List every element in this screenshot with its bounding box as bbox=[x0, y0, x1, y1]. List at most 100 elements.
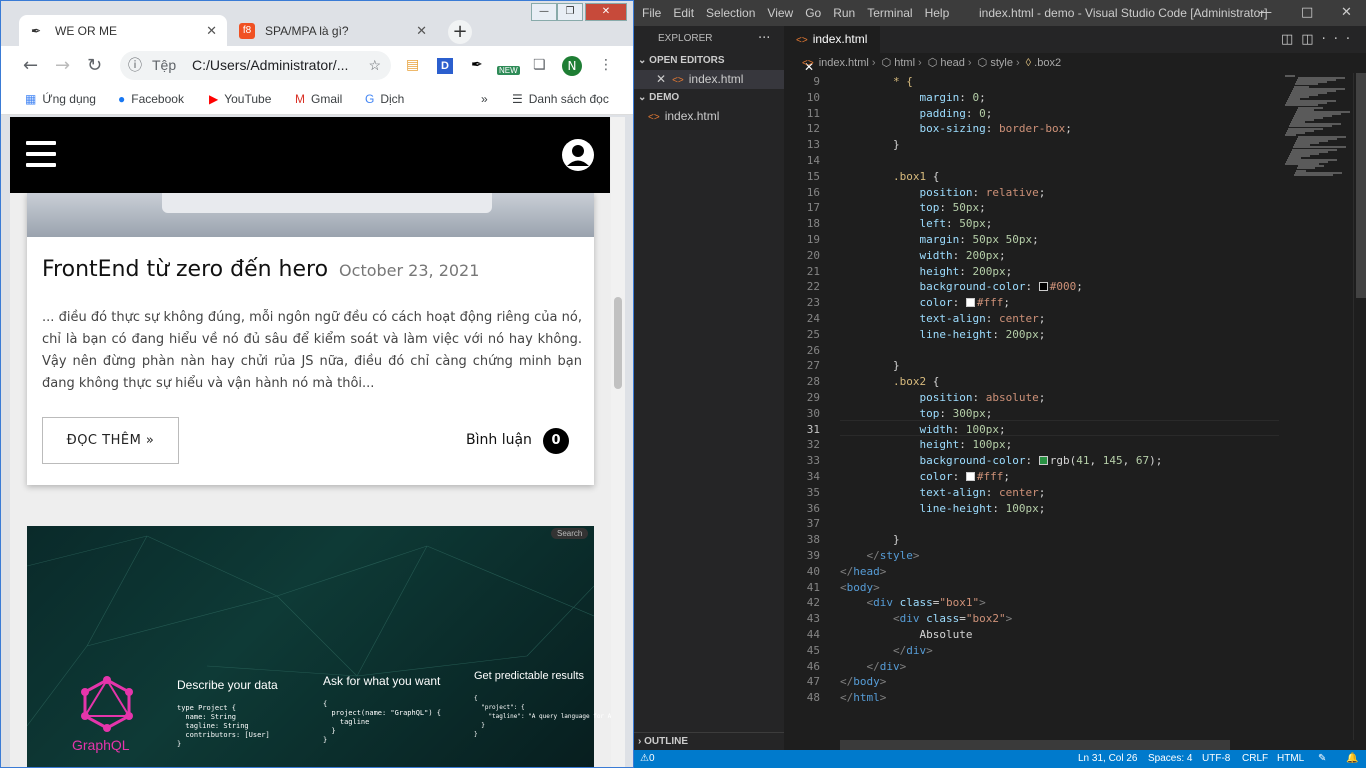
profile-avatar[interactable]: N bbox=[562, 56, 582, 76]
demo-folder-section[interactable]: ⌄ DEMO bbox=[634, 89, 784, 107]
code-line[interactable]: position: absolute; bbox=[840, 390, 1045, 406]
code-line[interactable]: text-align: center; bbox=[840, 311, 1045, 327]
extensions-puzzle-icon[interactable]: ❏ bbox=[533, 57, 546, 73]
code-line[interactable]: width: 200px; bbox=[840, 248, 1005, 264]
info-icon[interactable]: ⓘ bbox=[128, 51, 142, 80]
menu-help[interactable]: Help bbox=[919, 6, 956, 20]
post-title[interactable]: FrontEnd từ zero đến hero October 23, 20… bbox=[42, 257, 479, 282]
code-line[interactable]: .box2 { bbox=[840, 374, 939, 390]
page-scrollbar[interactable] bbox=[611, 117, 625, 767]
new-tab-button[interactable]: + bbox=[448, 20, 472, 44]
language-mode[interactable]: HTML bbox=[1277, 750, 1304, 768]
more-actions-icon[interactable]: ··· bbox=[758, 31, 770, 46]
page-scrollbar-thumb[interactable] bbox=[614, 297, 622, 389]
breadcrumb-head[interactable]: head bbox=[940, 57, 964, 69]
code-line[interactable]: background-color: rgb(41, 145, 67); bbox=[840, 453, 1162, 469]
code-line[interactable]: <div class="box2"> bbox=[840, 611, 1012, 627]
code-line[interactable]: </html> bbox=[840, 690, 886, 706]
breadcrumb-file[interactable]: index.html bbox=[819, 57, 869, 69]
code-line[interactable]: Absolute bbox=[840, 627, 972, 643]
editor-scrollbar[interactable] bbox=[1353, 73, 1366, 740]
code-line[interactable]: background-color: #000; bbox=[840, 279, 1082, 295]
code-line[interactable]: width: 100px; bbox=[840, 422, 1005, 438]
menu-view[interactable]: View bbox=[761, 6, 799, 20]
code-line[interactable]: <body> bbox=[840, 580, 880, 596]
bookmark-gmail[interactable]: M Gmail bbox=[295, 92, 342, 106]
code-line[interactable]: margin: 50px 50px; bbox=[840, 232, 1038, 248]
code-line[interactable]: padding: 0; bbox=[840, 106, 992, 122]
back-icon[interactable]: ← bbox=[23, 55, 38, 76]
open-editor-item[interactable]: ✕ <> index.html bbox=[634, 70, 784, 89]
reload-icon[interactable]: ↻ bbox=[87, 55, 102, 76]
code-line[interactable]: .box1 { bbox=[840, 169, 939, 185]
comments-label[interactable]: Bình luận bbox=[466, 432, 532, 448]
bookmark-youtube[interactable]: ▶ YouTube bbox=[209, 92, 271, 106]
comments-count[interactable]: 0 bbox=[543, 428, 569, 454]
code-line[interactable]: top: 300px; bbox=[840, 406, 992, 422]
open-preview-icon[interactable]: ◫ bbox=[1281, 32, 1301, 47]
menu-file[interactable]: File bbox=[636, 6, 667, 20]
horizontal-scrollbar[interactable] bbox=[840, 740, 1230, 750]
extension-d-icon[interactable]: D bbox=[437, 58, 453, 74]
code-line[interactable]: margin: 0; bbox=[840, 90, 985, 106]
minimize-button[interactable]: — bbox=[531, 3, 557, 21]
code-line[interactable]: top: 50px; bbox=[840, 200, 985, 216]
minimize-icon[interactable]: — bbox=[1259, 5, 1272, 20]
split-editor-icon[interactable]: ◫ bbox=[1301, 32, 1321, 47]
breadcrumb-html[interactable]: html bbox=[894, 57, 915, 69]
graphql-post-image[interactable]: Search GraphQL Describe your data Ask fo… bbox=[27, 526, 624, 767]
bookmark-facebook[interactable]: ● Facebook bbox=[118, 92, 184, 106]
feedback-icon[interactable]: ✎ bbox=[1318, 750, 1326, 768]
restore-button[interactable]: ❐ bbox=[557, 3, 583, 21]
code-line[interactable]: } bbox=[840, 532, 900, 548]
encoding[interactable]: UTF-8 bbox=[1202, 750, 1230, 768]
indentation[interactable]: Spaces: 4 bbox=[1148, 750, 1192, 768]
notifications-icon[interactable]: 🔔 bbox=[1346, 750, 1358, 768]
extension-pen-icon[interactable]: ✒ bbox=[471, 57, 483, 73]
breadcrumb-style[interactable]: style bbox=[990, 57, 1013, 69]
address-bar[interactable]: ⓘ Tệp C:/Users/Administrator/... ☆ bbox=[120, 51, 391, 80]
code-line[interactable]: color: #fff; bbox=[840, 469, 1010, 485]
close-editor-icon[interactable]: ✕ bbox=[656, 72, 666, 86]
cursor-position[interactable]: Ln 31, Col 26 bbox=[1078, 750, 1138, 768]
file-tree-item[interactable]: <> index.html bbox=[634, 107, 784, 126]
reading-list[interactable]: ☰ Danh sách đọc bbox=[512, 92, 609, 106]
code-line[interactable]: line-height: 200px; bbox=[840, 327, 1045, 343]
breadcrumb-selector[interactable]: .box2 bbox=[1034, 57, 1061, 69]
code-line[interactable]: color: #fff; bbox=[840, 295, 1010, 311]
code-line[interactable]: </div> bbox=[840, 643, 933, 659]
code-line[interactable]: </head> bbox=[840, 564, 886, 580]
code-line[interactable]: height: 200px; bbox=[840, 264, 1012, 280]
bookmarks-overflow[interactable]: » bbox=[481, 92, 488, 106]
close-window-button[interactable]: ✕ bbox=[585, 3, 627, 21]
code-line[interactable]: box-sizing: border-box; bbox=[840, 121, 1071, 137]
hamburger-menu-icon[interactable] bbox=[26, 141, 56, 167]
tab-index-html[interactable]: <> index.html ✕ bbox=[784, 26, 880, 74]
code-line[interactable]: position: relative; bbox=[840, 185, 1045, 201]
user-account-icon[interactable] bbox=[562, 139, 594, 171]
more-actions-icon[interactable]: ··· bbox=[1322, 32, 1358, 47]
outline-section[interactable]: › OUTLINE bbox=[634, 732, 784, 750]
tab-spa-mpa[interactable]: f8 SPA/MPA là gì? ✕ bbox=[229, 15, 437, 47]
maximize-icon[interactable]: □ bbox=[1301, 5, 1313, 20]
bookmark-apps[interactable]: ▦ Ứng dụng bbox=[25, 92, 96, 106]
code-line[interactable]: height: 100px; bbox=[840, 437, 1012, 453]
close-tab-icon[interactable]: ✕ bbox=[416, 15, 427, 47]
code-line[interactable]: left: 50px; bbox=[840, 216, 992, 232]
scrollbar-thumb[interactable] bbox=[1356, 73, 1366, 298]
close-icon[interactable]: ✕ bbox=[1341, 5, 1352, 20]
menu-selection[interactable]: Selection bbox=[700, 6, 761, 20]
menu-go[interactable]: Go bbox=[799, 6, 827, 20]
extension-bookmark-icon[interactable]: ▤ bbox=[406, 57, 419, 73]
code-line[interactable]: * { bbox=[840, 74, 913, 90]
code-line[interactable]: } bbox=[840, 137, 900, 153]
menu-run[interactable]: Run bbox=[827, 6, 861, 20]
open-editors-section[interactable]: ⌄ OPEN EDITORS bbox=[634, 52, 784, 70]
code-line[interactable]: </div> bbox=[840, 659, 907, 675]
minimap[interactable] bbox=[1279, 73, 1351, 740]
bookmark-translate[interactable]: G Dịch bbox=[365, 92, 404, 106]
code-line[interactable]: text-align: center; bbox=[840, 485, 1045, 501]
forward-icon[interactable]: → bbox=[55, 55, 70, 76]
code-editor[interactable]: 9 * {10 margin: 0; 11 padding: 0; 12 box-s… bbox=[784, 73, 1279, 740]
menu-kebab-icon[interactable]: ⋮ bbox=[599, 57, 613, 73]
